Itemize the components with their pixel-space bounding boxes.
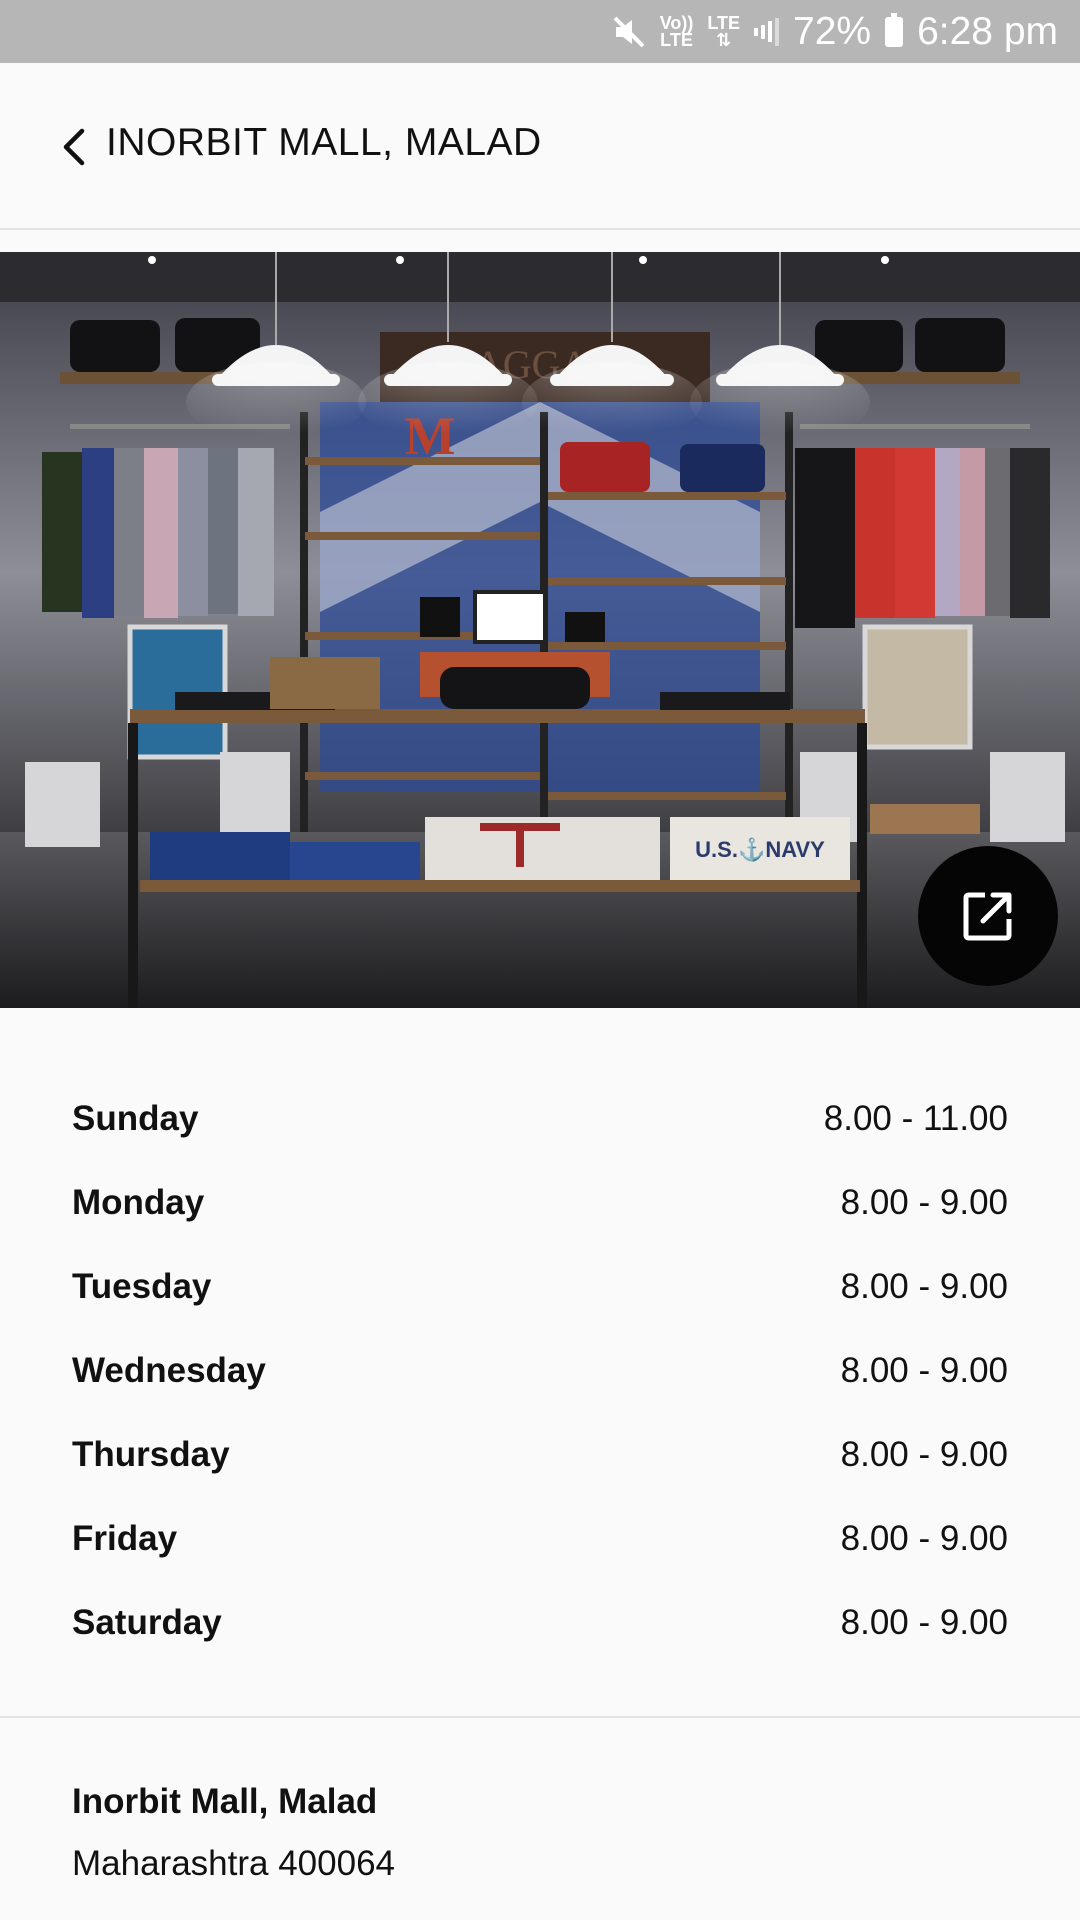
hours-row-friday: Friday 8.00 - 9.00 (72, 1509, 1008, 1569)
hours-row-monday: Monday 8.00 - 9.00 (72, 1173, 1008, 1233)
opening-hours: Sunday 8.00 - 11.00 Monday 8.00 - 9.00 T… (0, 1008, 1080, 1718)
volte-indicator: Vo)) LTE (659, 12, 694, 50)
store-interior-photo: BAGGAGE M (0, 252, 1080, 1008)
hours-row-saturday: Saturday 8.00 - 9.00 (72, 1593, 1008, 1653)
page-title: INORBIT MALL, MALAD (106, 121, 542, 164)
time-range: 8.00 - 9.00 (840, 1351, 1008, 1390)
time-range: 8.00 - 9.00 (840, 1603, 1008, 1642)
day-label: Monday (72, 1183, 205, 1222)
day-label: Friday (72, 1519, 178, 1558)
store-address: Inorbit Mall, Malad Maharashtra 400064 (72, 1782, 1008, 1884)
time-range: 8.00 - 9.00 (840, 1519, 1008, 1558)
open-external-button[interactable] (918, 846, 1058, 986)
lte-indicator: LTE ⇅ (707, 12, 741, 50)
chevron-left-icon (63, 128, 85, 166)
time-range: 8.00 - 9.00 (840, 1267, 1008, 1306)
time-range: 8.00 - 9.00 (840, 1435, 1008, 1474)
day-label: Wednesday (72, 1351, 266, 1390)
hours-row-thursday: Thursday 8.00 - 9.00 (72, 1425, 1008, 1485)
time-range: 8.00 - 9.00 (840, 1183, 1008, 1222)
mute-icon (612, 15, 646, 49)
hours-row-tuesday: Tuesday 8.00 - 9.00 (72, 1257, 1008, 1317)
open-external-icon (963, 892, 1012, 941)
day-label: Tuesday (72, 1267, 212, 1306)
status-bar: Vo)) LTE LTE ⇅ 72% 6:28 pm (0, 0, 1080, 63)
day-label: Sunday (72, 1099, 199, 1138)
address-line: Maharashtra 400064 (72, 1844, 395, 1883)
hours-row-sunday: Sunday 8.00 - 11.00 (72, 1089, 1008, 1149)
battery-icon (885, 12, 904, 47)
day-label: Saturday (72, 1603, 222, 1642)
battery-percent: 72% (793, 9, 872, 53)
day-label: Thursday (72, 1435, 230, 1474)
shirt-print-text: U.S.⚓NAVY (695, 837, 825, 862)
signal-icon (754, 17, 780, 47)
clock: 6:28 pm (917, 9, 1058, 53)
time-range: 8.00 - 11.00 (823, 1099, 1008, 1138)
hours-row-wednesday: Wednesday 8.00 - 9.00 (72, 1341, 1008, 1401)
address-name: Inorbit Mall, Malad (72, 1782, 378, 1821)
app-header: INORBIT MALL, MALAD (0, 63, 1080, 230)
back-button[interactable] (56, 125, 92, 169)
